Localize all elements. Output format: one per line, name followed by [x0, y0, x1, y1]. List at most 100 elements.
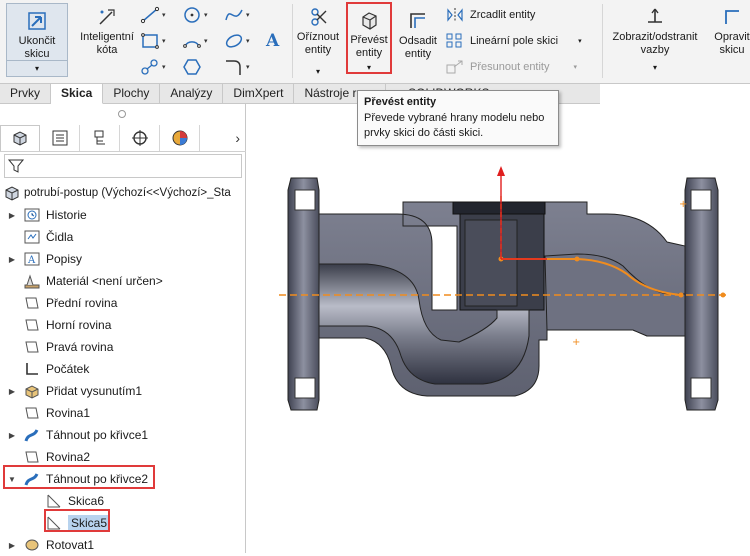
trim-icon	[311, 8, 327, 26]
expand-arrow-icon[interactable]: ▶	[6, 211, 18, 220]
featuremanager-icon	[13, 131, 27, 146]
tab-evaluate[interactable]: Analýzy	[160, 84, 224, 104]
sketch-entities-grid: ▾ ▾ ▾ ▾ ▾ ▾ A ▾ ▾	[140, 2, 288, 80]
tree-item-top-plane[interactable]: Horní rovina	[0, 314, 246, 336]
exit-sketch-dropdown[interactable]: ▾	[7, 60, 67, 76]
origin-y-arrow-icon	[497, 166, 505, 176]
move-entities-button[interactable]: Přesunout entity ▾	[446, 56, 577, 78]
exit-sketch-label: Ukončit skicu	[18, 35, 56, 60]
convert-entities-label: Převést entity	[350, 34, 388, 59]
expand-arrow-icon[interactable]: ▶	[6, 255, 18, 264]
convert-entities-icon	[362, 12, 377, 30]
exit-sketch-button[interactable]: Ukončit skicu ▾	[6, 3, 68, 77]
origin-icon	[26, 363, 38, 375]
convert-entities-tooltip: Převést entity Převede vybrané hrany mod…	[357, 90, 559, 146]
ellipse-tool[interactable]: ▾	[224, 30, 260, 52]
tree-item-right-plane[interactable]: Pravá rovina	[0, 336, 246, 358]
mirror-icon	[447, 8, 463, 22]
spline-tool[interactable]: ▾	[224, 4, 260, 26]
right-flange	[684, 177, 719, 411]
mirror-entities-button[interactable]: Zrcadlit entity	[446, 4, 535, 26]
extrude-icon	[25, 385, 39, 399]
circle-tool[interactable]: ▾	[182, 4, 218, 26]
relations-icon	[648, 8, 662, 23]
tree-item-sketch6[interactable]: Skica6	[0, 490, 246, 512]
repair-sketch-button[interactable]: Opravit skicu	[712, 6, 750, 57]
part-root-label: potrubí-postup (Výchozí<<Výchozí>_Sta	[24, 187, 231, 199]
offset-entities-label: Odsadit entity	[399, 35, 437, 60]
tree-item-sensors[interactable]: Čidla	[0, 226, 246, 248]
annotations-icon: A	[24, 252, 40, 266]
convert-entities-dropdown[interactable]: ▾	[357, 63, 381, 72]
tree-item-sweep1[interactable]: ▶ Táhnout po křivce1	[0, 424, 246, 446]
highlight-sweep2	[3, 465, 155, 489]
offset-entities-button[interactable]: Odsadit entity	[396, 10, 440, 61]
slot-tool[interactable]: ▾	[140, 56, 176, 78]
plane-icon	[25, 319, 39, 331]
bonnet-cap	[452, 201, 546, 215]
plane-icon	[25, 451, 39, 463]
line-tool[interactable]: ▾	[140, 4, 176, 26]
tree-item-sketch5[interactable]: Skica5	[0, 512, 246, 534]
tab-features[interactable]: Prvky	[0, 84, 51, 104]
panel-grip[interactable]	[118, 110, 126, 118]
part-root-node[interactable]: potrubí-postup (Výchozí<<Výchozí>_Sta	[4, 184, 246, 202]
displaymanager-icon	[172, 130, 187, 145]
tree-item-plane1[interactable]: Rovina1	[0, 402, 246, 424]
relations-dropdown[interactable]: ▾	[606, 61, 704, 74]
arc-tool[interactable]: ▾	[182, 30, 218, 52]
display-relations-button[interactable]: Zobrazit/odstranit vazby ▾	[606, 6, 704, 74]
expand-arrow-icon[interactable]: ▶	[6, 431, 18, 440]
tab-propertymanager[interactable]	[40, 124, 80, 151]
smart-dimension-button[interactable]: Inteligentní kóta	[76, 6, 138, 57]
tree-item-origin[interactable]: Počátek	[0, 358, 246, 380]
trim-dropdown[interactable]: ▾	[295, 65, 341, 78]
graphics-area[interactable]: + +	[247, 104, 750, 553]
tree-item-annotations[interactable]: ▶ A Popisy	[0, 248, 246, 270]
linear-pattern-button[interactable]: Lineární pole skici ▾	[446, 30, 582, 52]
mirror-entities-label: Zrcadlit entity	[470, 9, 536, 21]
ellipse-icon	[225, 34, 243, 48]
fillet-tool[interactable]: ▾	[224, 56, 260, 78]
trim-entities-button[interactable]: Oříznout entity ▾	[295, 6, 341, 78]
tab-sketch[interactable]: Skica	[51, 84, 104, 104]
revolve-icon	[25, 539, 39, 551]
tab-dimxpertmanager[interactable]	[120, 124, 160, 151]
tree-item-label: Přední rovina	[46, 296, 118, 310]
circle-icon	[184, 7, 200, 23]
tree-item-history[interactable]: ▶ Historie	[0, 204, 246, 226]
right-flange-hole	[690, 377, 712, 399]
part-icon	[5, 186, 19, 201]
linear-pattern-dropdown[interactable]: ▾	[578, 37, 582, 45]
feature-tree-filter[interactable]	[4, 154, 242, 178]
tab-featuremanager[interactable]	[0, 124, 40, 151]
tree-item-label: Pravá rovina	[46, 340, 114, 354]
material-icon	[24, 274, 40, 289]
tab-surfaces[interactable]: Plochy	[103, 84, 161, 104]
configurationmanager-icon	[94, 130, 105, 144]
plane-icon	[25, 341, 39, 353]
exit-sketch-icon	[28, 12, 46, 30]
feature-tree: ▶ Historie Čidla ▶ A Popisy Materiál <ne…	[0, 204, 246, 556]
expand-arrow-icon[interactable]: ▶	[6, 387, 18, 396]
tree-item-boss-extrude1[interactable]: ▶ Přidat vysunutím1	[0, 380, 246, 402]
rectangle-tool[interactable]: ▾	[140, 30, 176, 52]
tab-dimxpert[interactable]: DimXpert	[223, 84, 295, 104]
feature-manager-panel: › potrubí-postup (Výchozí<<Výchozí>_Sta …	[0, 104, 246, 553]
move-entities-dropdown[interactable]: ▾	[574, 63, 578, 71]
expand-arrow-icon[interactable]: ▶	[6, 541, 18, 550]
tree-item-front-plane[interactable]: Přední rovina	[0, 292, 246, 314]
polygon-tool[interactable]	[182, 56, 218, 78]
display-relations-label: Zobrazit/odstranit vazby	[612, 31, 698, 56]
plane-icon	[25, 297, 39, 309]
tab-configurationmanager[interactable]	[80, 124, 120, 151]
left-flange-hole	[294, 377, 316, 399]
tab-displaymanager[interactable]	[160, 124, 200, 151]
spline-icon	[225, 9, 243, 21]
chevron-right-icon[interactable]: ›	[235, 130, 240, 146]
bonnet-insert	[464, 219, 518, 307]
tree-item-material[interactable]: Materiál <není určen>	[0, 270, 246, 292]
filter-icon	[8, 159, 24, 173]
tree-item-label: Rovina2	[46, 450, 91, 464]
sketch-icon	[47, 494, 61, 508]
